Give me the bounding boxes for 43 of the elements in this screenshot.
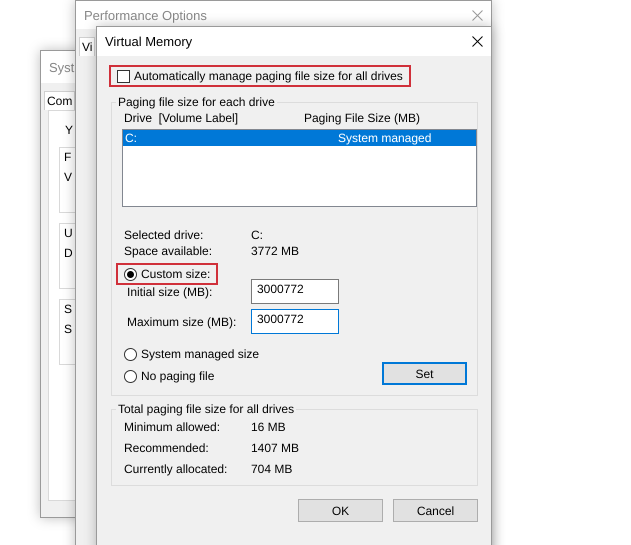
info-value: 3772 MB (251, 244, 300, 258)
column-header: Drive [Volume Label] (124, 111, 240, 125)
set-button[interactable]: Set (382, 362, 467, 385)
group-title: Total paging file size for all drives (117, 402, 296, 416)
checkbox-label: Automatically manage paging file size for all drives (134, 69, 403, 83)
radio-label: Custom size: (141, 267, 210, 281)
info-value: C: (251, 228, 263, 242)
cancel-button[interactable]: Cancel (393, 499, 478, 522)
tab[interactable]: Vi (79, 37, 96, 56)
radio-button[interactable] (124, 268, 137, 280)
radio-button[interactable] (124, 370, 137, 382)
input-field[interactable]: 3000772 (251, 309, 339, 334)
radio-label: No paging file (141, 369, 214, 383)
window-title: Performance Options (84, 8, 207, 22)
info-label: Selected drive: (124, 228, 204, 242)
checkbox[interactable] (117, 70, 130, 82)
intro-text: Y (65, 123, 74, 137)
group-title: U (64, 226, 73, 240)
radio-label: System managed size (141, 347, 260, 361)
window-title: Syst (49, 60, 74, 74)
input-field[interactable]: 3000772 (251, 279, 339, 304)
field-label: Initial size (MB): (127, 284, 214, 298)
radio-button[interactable] (124, 348, 137, 360)
tab[interactable]: Com (44, 91, 76, 110)
window-title: Virtual Memory (105, 34, 192, 49)
group-text: S (64, 322, 72, 336)
info-value: 704 MB (251, 462, 292, 476)
list-row[interactable]: C: System managed (123, 130, 476, 146)
info-label: Recommended: (124, 440, 210, 454)
ok-button[interactable]: OK (298, 499, 383, 522)
group-title: S (64, 302, 72, 316)
column-header: Paging File Size (MB) (304, 111, 422, 125)
group-title: Paging file size for each drive (117, 95, 276, 109)
group-text: V (64, 170, 72, 184)
info-value: 16 MB (251, 420, 286, 434)
info-value: 1407 MB (251, 440, 300, 454)
group-text: D (64, 246, 73, 260)
info-label: Currently allocated: (124, 462, 228, 476)
info-label: Minimum allowed: (124, 420, 222, 434)
info-label: Space available: (124, 244, 214, 258)
close-icon[interactable] (472, 36, 483, 47)
field-label: Maximum size (MB): (127, 314, 238, 328)
group-title: F (64, 150, 72, 164)
